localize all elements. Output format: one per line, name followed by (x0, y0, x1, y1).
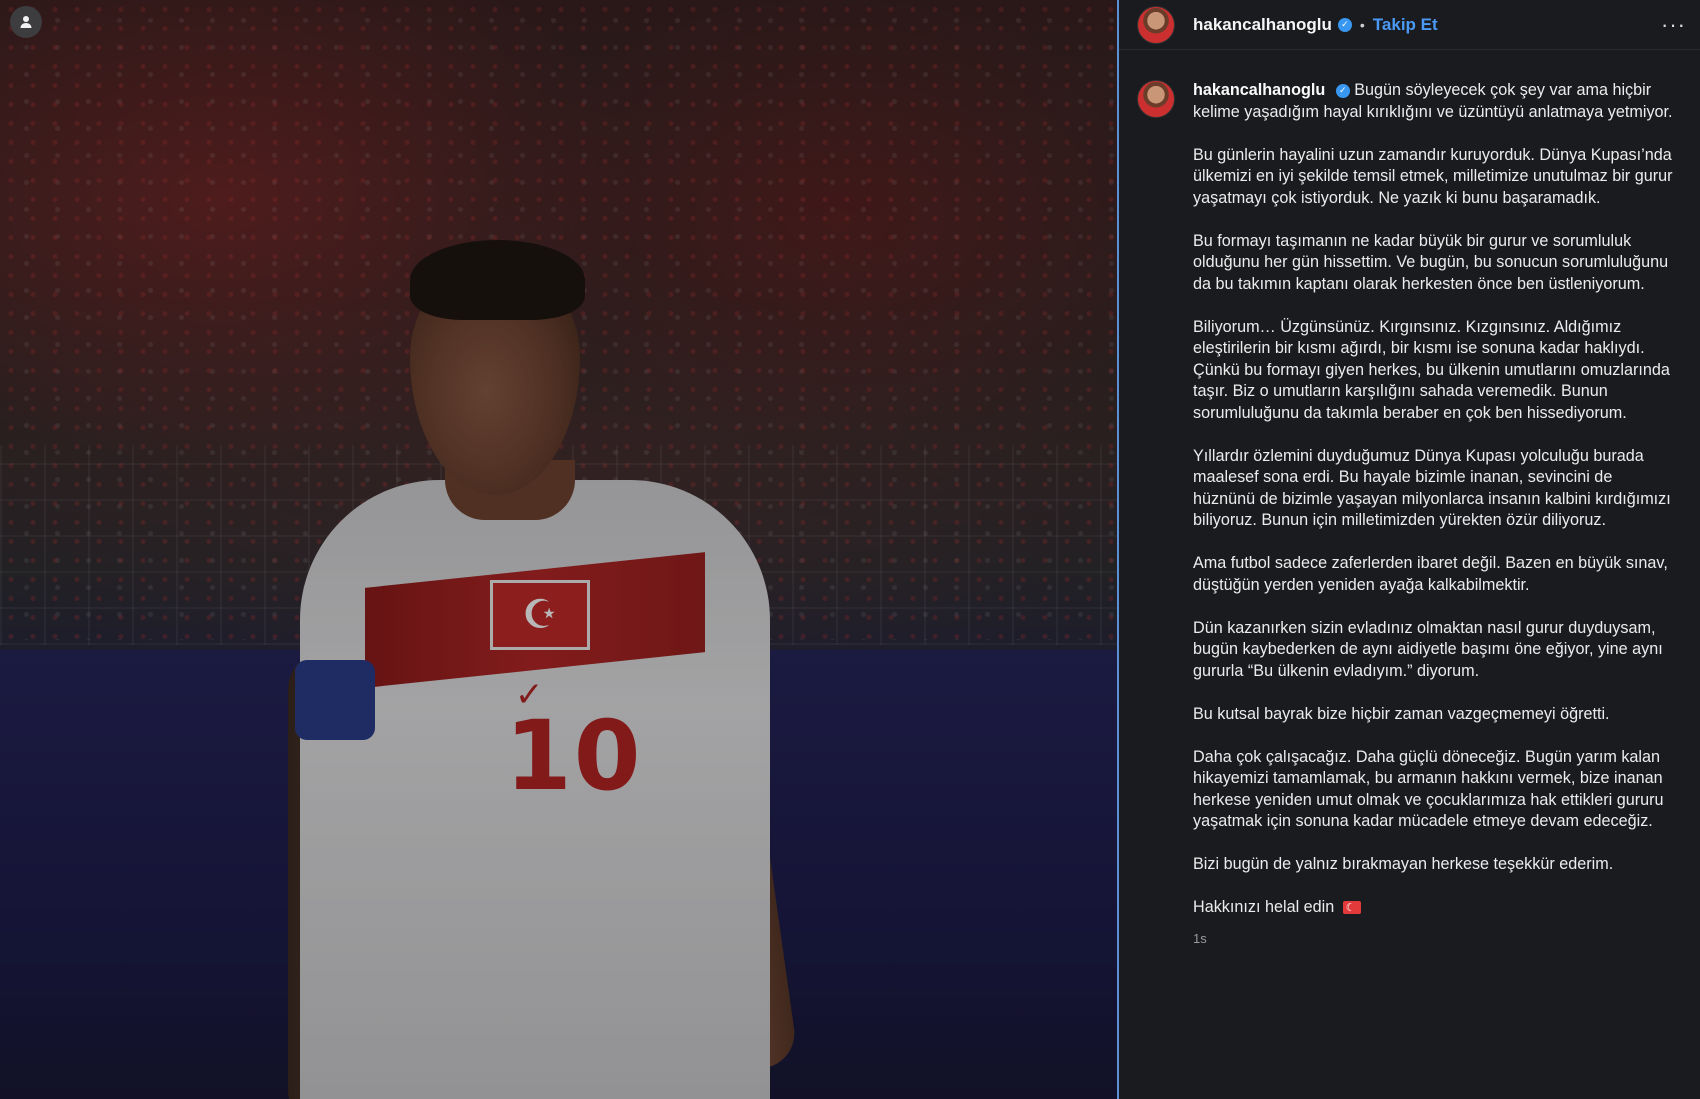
verified-badge-icon: ✓ (1337, 17, 1352, 32)
caption-username[interactable]: hakancalhanoglu (1193, 81, 1325, 99)
caption-paragraph: Yıllardır özlemini duyduğumuz Dünya Kupa… (1193, 446, 1671, 530)
caption-block: hakancalhanoglu ✓ Bugün söyleyecek çok ş… (1119, 50, 1700, 950)
post-viewer: ☪ ✓ 10 hakancalhanoglu ✓ • Takip Et ··· (0, 0, 1700, 1099)
caption-paragraph: Bizi bugün de yalnız bırakmayan herkese … (1193, 855, 1614, 873)
caption-paragraph: Bu kutsal bayrak bize hiçbir zaman vazge… (1193, 704, 1610, 723)
person-icon (20, 16, 32, 28)
tagged-user-button[interactable] (10, 6, 42, 38)
caption-closing-text: Hakkınızı helal edin (1193, 898, 1335, 916)
post-media[interactable]: ☪ ✓ 10 (0, 0, 1117, 1099)
turkey-flag-emoji-icon (1342, 898, 1361, 920)
caption-paragraph: Ama futbol sadece zaferlerden ibaret değ… (1193, 554, 1668, 594)
avatar[interactable] (1137, 5, 1175, 44)
caption-paragraph: Bu formayı taşımanın ne kadar büyük bir … (1193, 231, 1669, 293)
caption-paragraph: Bu günlerin hayalini uzun zamandır kuruy… (1193, 145, 1673, 207)
caption-paragraph: Daha çok çalışacağız. Daha güçlü döneceğ… (1193, 747, 1664, 831)
media-dim-overlay (0, 0, 1117, 1099)
post-header: hakancalhanoglu ✓ • Takip Et ··· (1119, 0, 1700, 50)
caption-paragraph: hakancalhanoglu ✓ Bugün söyleyecek çok ş… (1193, 80, 1673, 123)
caption-closing: Hakkınızı helal edin (1193, 897, 1673, 920)
header-username[interactable]: hakancalhanoglu (1193, 15, 1332, 35)
follow-button[interactable]: Takip Et (1373, 15, 1438, 35)
caption-avatar[interactable] (1137, 80, 1175, 118)
post-side-panel: hakancalhanoglu ✓ • Takip Et ··· hakanca… (1117, 0, 1700, 1099)
caption-text: hakancalhanoglu ✓ Bugün söyleyecek çok ş… (1193, 80, 1673, 950)
more-options-icon[interactable]: ··· (1661, 12, 1686, 38)
header-separator: • (1359, 16, 1365, 33)
verified-badge-icon: ✓ (1335, 83, 1350, 98)
caption-paragraph: Biliyorum… Üzgünsünüz. Kırgınsınız. Kızg… (1193, 317, 1670, 422)
post-timestamp[interactable]: 1s (1193, 928, 1673, 950)
caption-paragraph: Dün kazanırken sizin evladınız olmaktan … (1193, 618, 1663, 680)
